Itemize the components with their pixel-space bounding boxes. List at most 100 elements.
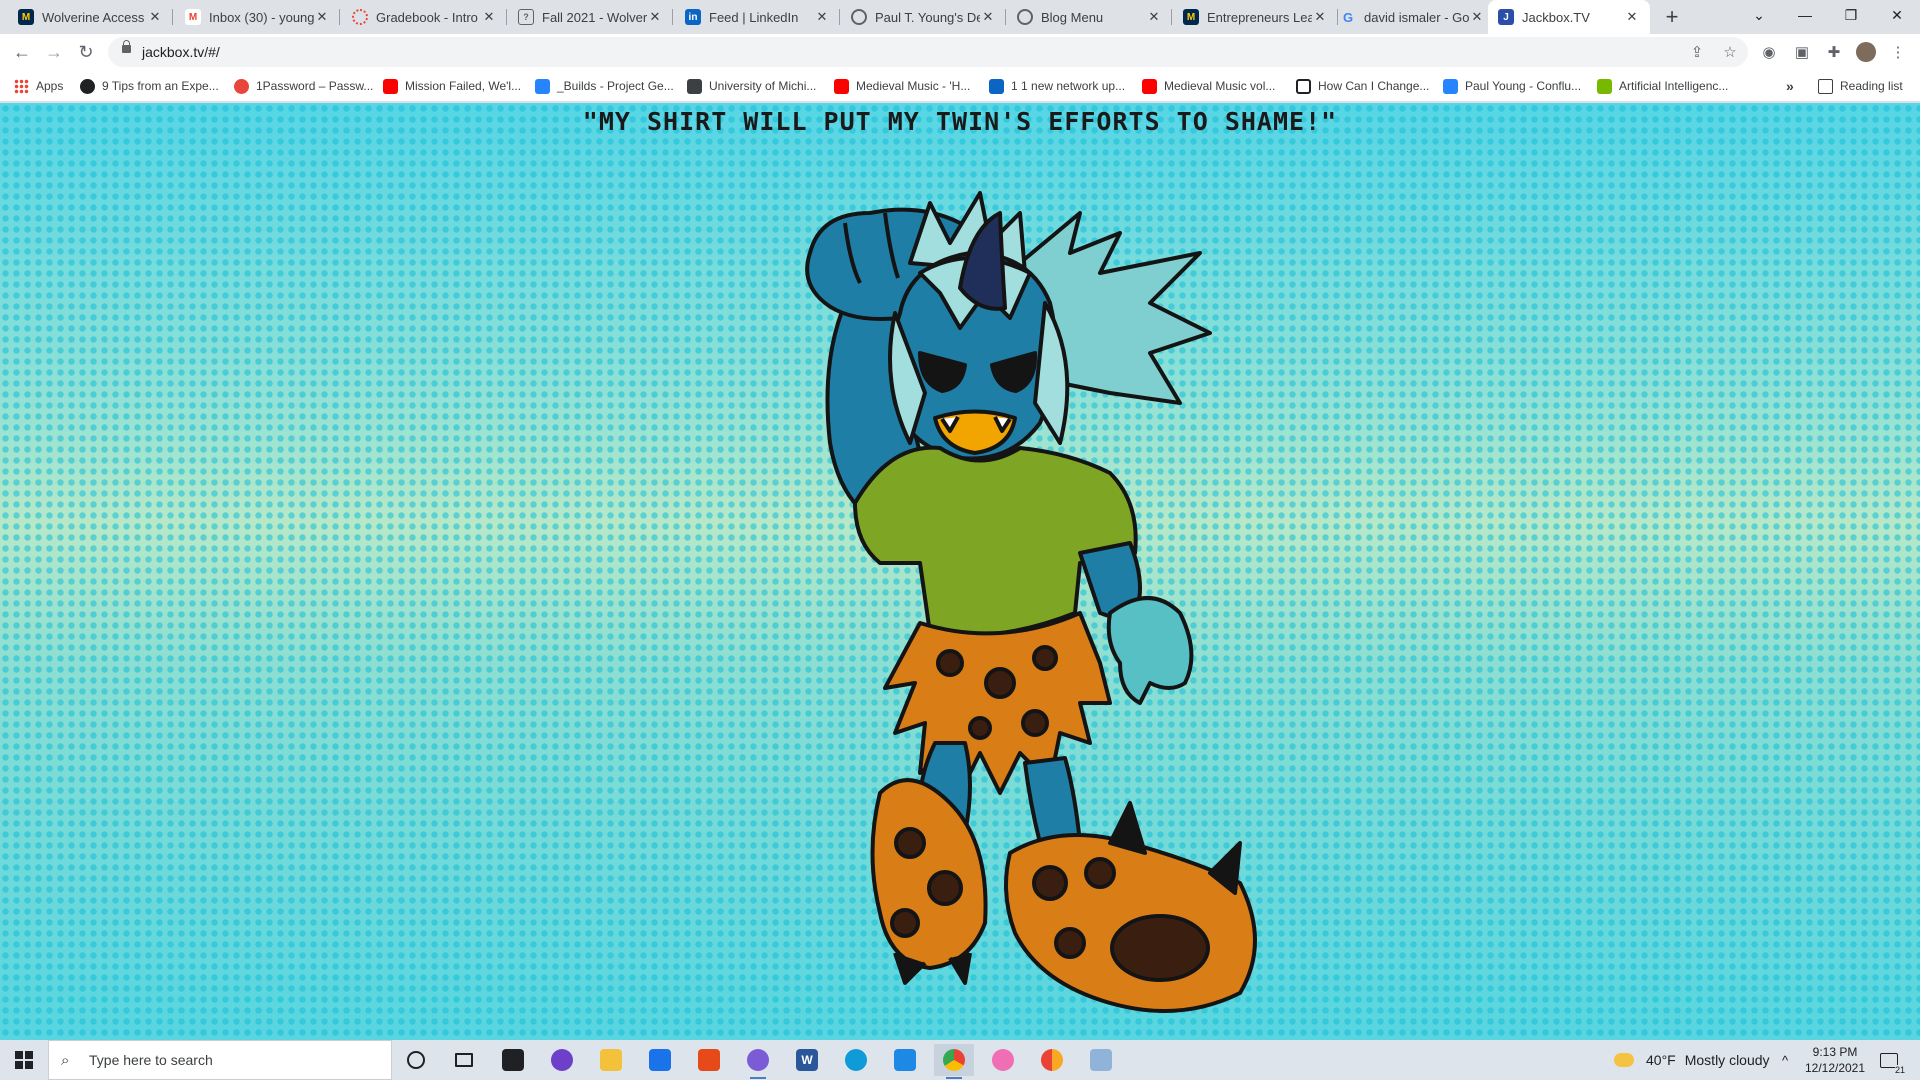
forward-button[interactable]: → bbox=[40, 38, 68, 66]
1password-icon bbox=[234, 78, 249, 94]
bookmark-item[interactable]: Paul Young - Conflu... bbox=[1443, 76, 1581, 96]
address-bar[interactable]: jackbox.tv/#/ bbox=[108, 37, 1748, 67]
notification-center-icon[interactable]: 21 bbox=[1880, 1040, 1905, 1080]
clock-time: 9:13 PM bbox=[1812, 1045, 1858, 1059]
windows-start-button[interactable] bbox=[0, 1040, 48, 1080]
bookmark-item[interactable]: 9 Tips from an Expe... bbox=[80, 76, 219, 96]
close-icon[interactable]: ✕ bbox=[980, 9, 996, 25]
tab-gmail[interactable]: M Inbox (30) - young ✕ bbox=[175, 0, 340, 34]
more-bookmarks-chevron-icon[interactable]: » bbox=[1786, 76, 1794, 96]
tab-jackbox[interactable]: J Jackbox.TV ✕ bbox=[1488, 0, 1650, 34]
bookmark-label: Artificial Intelligenc... bbox=[1619, 79, 1729, 93]
michigan-icon: M bbox=[18, 9, 34, 25]
tab-google-search[interactable]: G david ismaler - Go ✕ bbox=[1330, 0, 1495, 34]
bookmark-label: 9 Tips from an Expe... bbox=[102, 79, 219, 93]
store-icon[interactable] bbox=[493, 1044, 533, 1076]
chrome-icon[interactable] bbox=[934, 1044, 974, 1079]
cube-icon bbox=[687, 78, 702, 94]
notification-count: 21 bbox=[1894, 1064, 1905, 1075]
close-icon[interactable]: ✕ bbox=[647, 9, 663, 25]
restore-button[interactable]: ❐ bbox=[1828, 0, 1874, 30]
bookmark-item[interactable]: Medieval Music - 'H... bbox=[834, 76, 970, 96]
tab-gradebook[interactable]: Gradebook - Intro ✕ bbox=[342, 0, 507, 34]
close-icon[interactable]: ✕ bbox=[481, 9, 497, 25]
discord-icon[interactable] bbox=[738, 1044, 778, 1079]
tab-paul-young[interactable]: Paul T. Young's De ✕ bbox=[841, 0, 1006, 34]
extension-screencast-icon[interactable]: ▣ bbox=[1788, 38, 1816, 66]
tab-title: Gradebook - Intro bbox=[376, 9, 478, 25]
close-window-button[interactable]: ✕ bbox=[1874, 0, 1920, 30]
browser-toolbar: ← → ↻ jackbox.tv/#/ ⇪ ☆ ◉ ▣ ✚ ⋮ bbox=[0, 34, 1920, 70]
close-icon[interactable]: ✕ bbox=[1146, 9, 1162, 25]
weather-widget[interactable]: 40°F Mostly cloudy bbox=[1614, 1040, 1770, 1080]
snip-tool-icon[interactable] bbox=[1081, 1044, 1121, 1076]
tab-title: Fall 2021 - Wolver bbox=[542, 9, 647, 25]
confluence-icon bbox=[1443, 78, 1458, 94]
cloud-icon bbox=[1614, 1053, 1634, 1067]
task-view-icon[interactable] bbox=[444, 1044, 484, 1076]
address-text: jackbox.tv/#/ bbox=[142, 44, 220, 60]
lock-icon bbox=[122, 40, 131, 53]
extensions-puzzle-icon[interactable]: ✚ bbox=[1820, 38, 1848, 66]
bookmark-star-icon[interactable]: ☆ bbox=[1716, 38, 1744, 66]
chrome-canary-icon[interactable] bbox=[1032, 1044, 1072, 1076]
profile-avatar[interactable] bbox=[1852, 38, 1880, 66]
minimize-button[interactable]: — bbox=[1782, 0, 1828, 30]
bookmark-apps[interactable]: Apps bbox=[14, 76, 63, 96]
close-icon[interactable]: ✕ bbox=[814, 9, 830, 25]
jackbox-page: "My shirt will put my twin's efforts to … bbox=[0, 103, 1920, 1040]
bookmark-item[interactable]: _Builds - Project Ge... bbox=[535, 76, 674, 96]
bookmark-item[interactable]: How Can I Change... bbox=[1296, 76, 1429, 96]
mail-icon[interactable] bbox=[640, 1044, 680, 1076]
tab-fall-2021[interactable]: ? Fall 2021 - Wolver ✕ bbox=[508, 0, 673, 34]
tab-strip: M Wolverine Access - ✕ M Inbox (30) - yo… bbox=[0, 0, 1920, 34]
bookmark-label: Medieval Music vol... bbox=[1164, 79, 1276, 93]
tab-blog-menu[interactable]: Blog Menu ✕ bbox=[1007, 0, 1172, 34]
canvas-icon bbox=[352, 9, 368, 25]
word-icon[interactable]: W bbox=[787, 1044, 827, 1076]
new-tab-button[interactable]: + bbox=[1660, 4, 1684, 29]
bookmarks-bar: Apps 9 Tips from an Expe... 1Password – … bbox=[0, 70, 1920, 102]
office-icon[interactable] bbox=[689, 1044, 729, 1076]
show-hidden-icons-chevron-icon[interactable]: ^ bbox=[1782, 1040, 1788, 1080]
reload-button[interactable]: ↻ bbox=[72, 38, 100, 66]
taskbar-search-box[interactable]: ⌕ Type here to search bbox=[48, 1040, 392, 1080]
close-icon[interactable]: ✕ bbox=[1312, 9, 1328, 25]
bookmark-item[interactable]: Medieval Music vol... bbox=[1142, 76, 1275, 96]
jackbox-icon: J bbox=[1498, 9, 1514, 25]
tab-entrepreneurs[interactable]: M Entrepreneurs Lea ✕ bbox=[1173, 0, 1338, 34]
file-explorer-icon[interactable] bbox=[591, 1044, 631, 1076]
tab-search-icon[interactable]: ⌄ bbox=[1736, 0, 1782, 30]
menu-kebab-icon[interactable]: ⋮ bbox=[1884, 38, 1912, 66]
bookmark-label: 1Password – Passw... bbox=[256, 79, 374, 93]
bookmark-label: Mission Failed, We'l... bbox=[405, 79, 522, 93]
extension-1password-icon[interactable]: ◉ bbox=[1755, 38, 1783, 66]
github-desktop-icon[interactable] bbox=[542, 1044, 582, 1076]
tab-linkedin[interactable]: in Feed | LinkedIn ✕ bbox=[675, 0, 840, 34]
edge-icon[interactable] bbox=[836, 1044, 876, 1076]
close-icon[interactable]: ✕ bbox=[314, 9, 330, 25]
vscode-icon[interactable] bbox=[885, 1044, 925, 1076]
globe-icon bbox=[1017, 9, 1033, 25]
globe-icon bbox=[851, 9, 867, 25]
windows-logo-icon bbox=[15, 1051, 33, 1069]
bookmark-item[interactable]: Mission Failed, We'l... bbox=[383, 76, 521, 96]
itunes-icon[interactable] bbox=[983, 1044, 1023, 1076]
cortana-icon[interactable] bbox=[396, 1044, 436, 1076]
site-icon bbox=[80, 78, 95, 94]
search-placeholder: Type here to search bbox=[89, 1052, 213, 1068]
bookmark-item[interactable]: 1Password – Passw... bbox=[234, 76, 373, 96]
share-icon[interactable]: ⇪ bbox=[1683, 38, 1711, 66]
tab-wolverine-access[interactable]: M Wolverine Access - ✕ bbox=[8, 0, 173, 34]
clock[interactable]: 9:13 PM 12/12/2021 bbox=[1800, 1044, 1870, 1076]
bookmark-item[interactable]: 1 1 new network up... bbox=[989, 76, 1125, 96]
reading-list-button[interactable]: Reading list bbox=[1818, 76, 1903, 96]
weather-desc: Mostly cloudy bbox=[1684, 1052, 1770, 1068]
bookmark-item[interactable]: Artificial Intelligenc... bbox=[1597, 76, 1728, 96]
close-icon[interactable]: ✕ bbox=[1624, 9, 1640, 25]
back-button[interactable]: ← bbox=[8, 38, 36, 66]
youtube-icon bbox=[1142, 78, 1157, 94]
close-icon[interactable]: ✕ bbox=[147, 9, 163, 25]
bookmark-item[interactable]: University of Michi... bbox=[687, 76, 816, 96]
close-icon[interactable]: ✕ bbox=[1469, 9, 1485, 25]
